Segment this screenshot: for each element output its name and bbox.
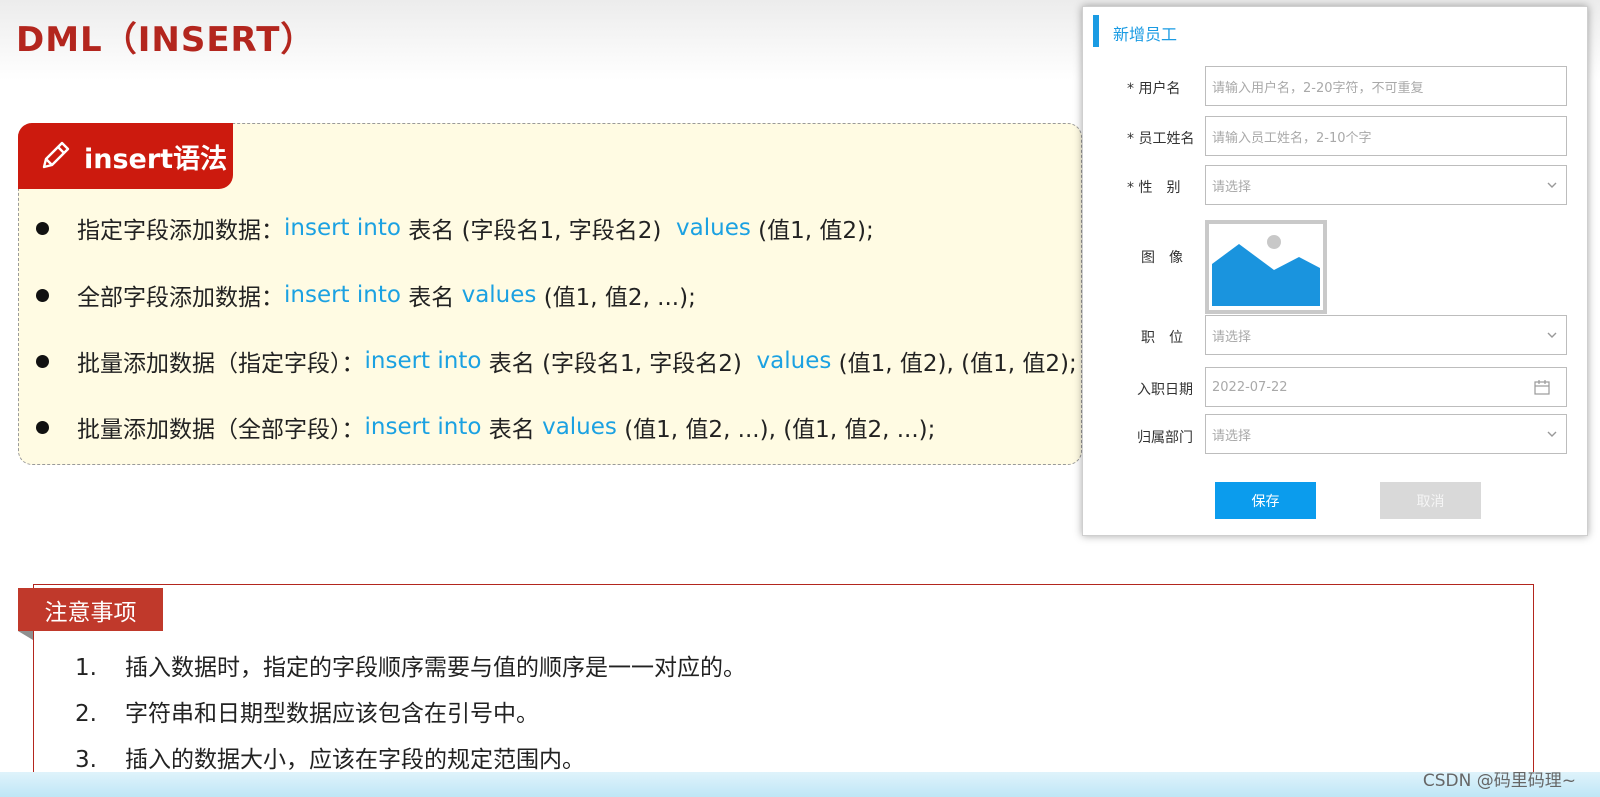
gender-label: * 性 别 (1127, 180, 1181, 196)
add-employee-dialog: 新增员工 * 用户名 请输入用户名，2-20字符，不可重复 * 员工姓名 请输入… (1082, 6, 1588, 536)
bullet-icon (36, 354, 49, 368)
position-select-value: 请选择 (1212, 329, 1252, 345)
department-label: 归属部门 (1137, 430, 1193, 446)
syntax-keyword: values (461, 282, 537, 308)
syntax-text: (值1, 值2), (值1, 值2); (831, 351, 1077, 377)
syntax-text: (值1, 值2); (750, 218, 874, 244)
syntax-keyword: insert into (284, 282, 401, 308)
syntax-text: 表名 (400, 285, 462, 311)
syntax-keyword: values (756, 348, 832, 374)
note-item: 1. 插入数据时，指定的字段顺序需要与值的顺序是一一对应的。 (75, 648, 746, 682)
syntax-row: 指定字段添加数据： insert into 表名 (字段名1, 字段名2) va… (36, 211, 874, 245)
syntax-text: (值1, 值2, ...); (536, 285, 696, 311)
bullet-icon (36, 420, 49, 434)
syntax-label: 批量添加数据（指定字段）： (77, 351, 365, 377)
syntax-keyword: insert into (284, 215, 401, 241)
chevron-down-icon (1547, 332, 1557, 338)
note-number: 1. (75, 655, 97, 681)
entry-date-label: 入职日期 (1137, 382, 1193, 398)
syntax-row: 全部字段添加数据： insert into 表名 values (值1, 值2,… (36, 278, 696, 312)
syntax-tab: insert语法 (18, 123, 233, 189)
bullet-icon (36, 221, 49, 235)
note-number: 3. (75, 747, 97, 773)
username-input[interactable]: 请输入用户名，2-20字符，不可重复 (1205, 66, 1567, 106)
gender-select[interactable]: 请选择 (1205, 165, 1567, 205)
note-text: 插入数据时，指定的字段顺序需要与值的顺序是一一对应的。 (125, 655, 746, 681)
watermark: CSDN @码里码理~ (1422, 771, 1576, 791)
note-text: 字符串和日期型数据应该包含在引号中。 (125, 701, 539, 727)
entry-date-value: 2022-07-22 (1212, 379, 1288, 395)
department-select[interactable]: 请选择 (1205, 414, 1567, 454)
syntax-keyword: insert into (364, 348, 482, 374)
image-upload[interactable] (1205, 220, 1327, 314)
department-select-value: 请选择 (1212, 428, 1252, 444)
notes-tab: 注意事项 (18, 588, 163, 631)
save-button[interactable]: 保存 (1215, 482, 1316, 519)
cancel-button[interactable]: 取消 (1380, 482, 1481, 519)
position-select[interactable]: 请选择 (1205, 315, 1567, 355)
page-title: DML（INSERT） (16, 20, 316, 60)
image-label: 图 像 (1141, 250, 1183, 266)
fullname-label: * 员工姓名 (1127, 131, 1195, 147)
calendar-icon (1534, 380, 1550, 395)
chevron-down-icon (1547, 431, 1557, 437)
syntax-tab-label: insert语法 (84, 143, 228, 175)
gender-select-value: 请选择 (1212, 179, 1252, 195)
entry-date-input[interactable]: 2022-07-22 (1205, 367, 1567, 407)
syntax-label: 批量添加数据（全部字段）： (77, 417, 365, 443)
note-number: 2. (75, 701, 97, 727)
syntax-keyword: insert into (364, 414, 482, 440)
syntax-keyword: values (676, 215, 751, 241)
syntax-row: 批量添加数据（指定字段）： insert into 表名 (字段名1, 字段名2… (36, 344, 1077, 378)
syntax-row: 批量添加数据（全部字段）： insert into 表名 values (值1,… (36, 410, 935, 444)
dialog-title: 新增员工 (1113, 25, 1178, 44)
note-text: 插入的数据大小，应该在字段的规定范围内。 (125, 747, 585, 773)
note-item: 2. 字符串和日期型数据应该包含在引号中。 (75, 694, 539, 728)
bottom-wave-decoration (0, 772, 1600, 797)
notes-tab-fold (18, 631, 33, 640)
fullname-input[interactable]: 请输入员工姓名，2-10个字 (1205, 116, 1567, 156)
syntax-text: 表名 (481, 417, 543, 443)
pencil-icon (42, 141, 70, 169)
syntax-label: 指定字段添加数据： (77, 218, 284, 244)
syntax-text: 表名 (字段名1, 字段名2) (400, 218, 677, 244)
position-label: 职 位 (1141, 330, 1183, 346)
syntax-text: 表名 (字段名1, 字段名2) (481, 351, 757, 377)
bullet-icon (36, 288, 49, 302)
syntax-text: (值1, 值2, ...), (值1, 值2, ...); (616, 417, 936, 443)
syntax-label: 全部字段添加数据： (77, 285, 284, 311)
chevron-down-icon (1547, 182, 1557, 188)
dialog-accent-bar (1093, 15, 1099, 47)
username-label: * 用户名 (1127, 81, 1181, 97)
syntax-keyword: values (542, 414, 617, 440)
note-item: 3. 插入的数据大小，应该在字段的规定范围内。 (75, 740, 585, 774)
image-placeholder-icon (1209, 224, 1323, 310)
